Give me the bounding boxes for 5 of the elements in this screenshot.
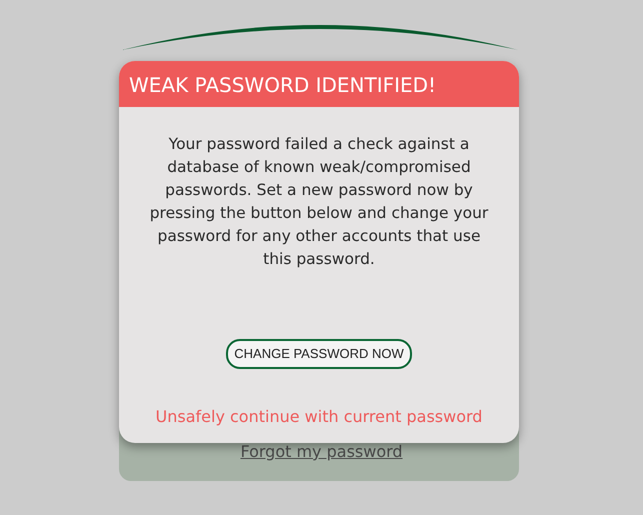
change-password-button[interactable]: CHANGE PASSWORD NOW [226, 339, 412, 368]
continue-link[interactable]: Unsafely continue with current password [156, 404, 482, 428]
modal-message: Your password failed a check against a database of known weak/compromised passwords. Set a new password now by pressing the button below and change your password for any other accounts that use this password. [148, 134, 490, 270]
forgot-password-link[interactable]: Forgot my password [0, 440, 643, 464]
modal-title: WEAK PASSWORD IDENTIFIED! [119, 61, 519, 107]
